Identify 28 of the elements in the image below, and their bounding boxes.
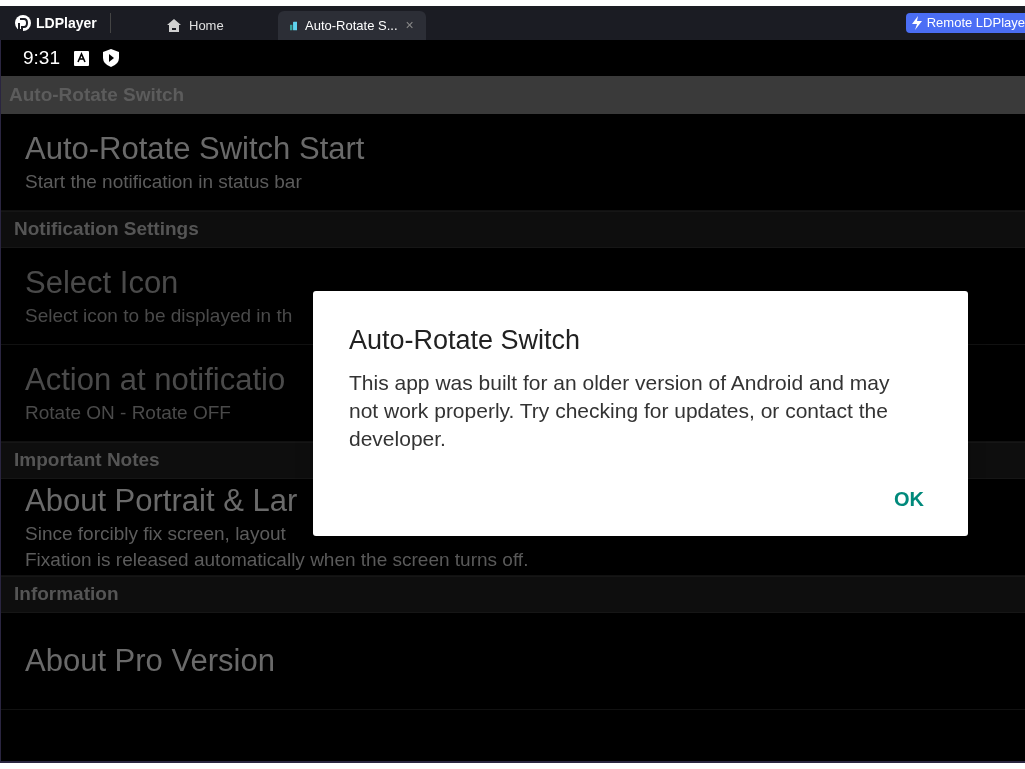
- shield-icon: [103, 49, 119, 67]
- item-summary: Rotate ON - Rotate OFF: [25, 401, 231, 425]
- item-title: About Portrait & Lar: [25, 482, 298, 520]
- logo-icon: [14, 14, 32, 32]
- status-time: 9:31: [23, 45, 60, 70]
- category-title: Important Notes: [14, 448, 160, 473]
- item-summary: Fixation is released automatically when the screen turns off.: [25, 548, 529, 572]
- category-title: Information: [14, 582, 119, 607]
- item-summary: Start the notification in status bar: [25, 170, 302, 194]
- item-title: Action at notificatio: [25, 361, 286, 399]
- brand-name: LDPlayer: [36, 13, 97, 33]
- settings-item[interactable]: About Pro Version: [1, 613, 1025, 710]
- item-summary: Since forcibly fix screen, layout: [25, 522, 286, 546]
- item-title: Auto-Rotate Switch Start: [25, 130, 365, 168]
- tab[interactable]: Home: [163, 11, 228, 40]
- home-icon: [167, 19, 181, 32]
- item-title: Select Icon: [25, 264, 179, 302]
- lightning-icon: [910, 16, 923, 30]
- close-icon[interactable]: ×: [405, 15, 414, 36]
- keyboard-icon: [74, 50, 89, 66]
- tab[interactable]: Auto-Rotate S... ×: [277, 11, 426, 40]
- remote-button[interactable]: Remote LDPlaye: [905, 13, 1025, 33]
- dialog-message: This app was built for an older version of Android and may not work properly. Try checking for updates, or contact the developer.: [349, 370, 891, 452]
- category-title: Notification Settings: [14, 217, 199, 242]
- item-title: About Pro Version: [25, 642, 275, 680]
- ok-button[interactable]: OK: [886, 480, 932, 518]
- dialog-title: Auto-Rotate Switch: [349, 324, 582, 357]
- item-summary: Select icon to be displayed in th: [25, 304, 293, 328]
